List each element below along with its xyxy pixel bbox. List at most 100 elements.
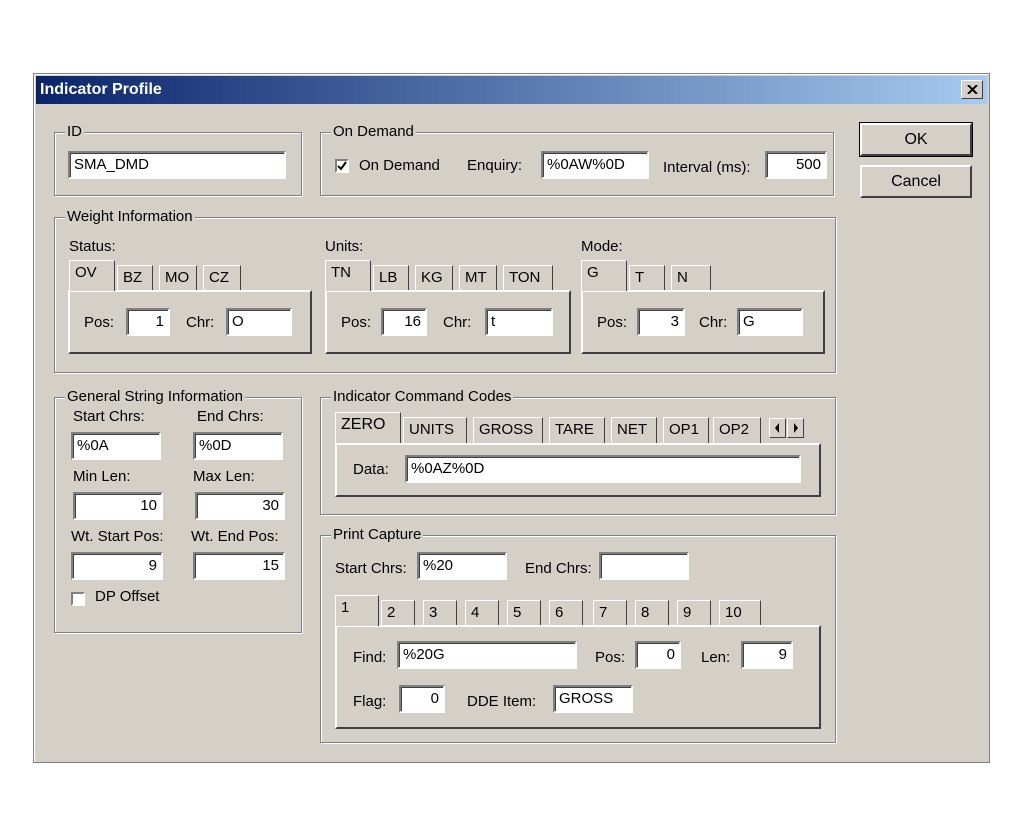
units-chr-input[interactable]: t (485, 308, 553, 336)
print-end-chrs-label: End Chrs: (525, 560, 592, 577)
tab-print-3[interactable]: 3 (423, 600, 457, 626)
arrow-left-icon (775, 423, 779, 433)
general-string-group: General String Information Start Chrs: E… (54, 388, 302, 633)
start-chrs-input[interactable]: %0A (71, 432, 161, 460)
title-bar[interactable]: Indicator Profile (36, 76, 987, 104)
flag-input[interactable]: 0 (399, 685, 445, 713)
status-panel: Pos: 1 Chr: O (68, 290, 312, 354)
tab-status-cz[interactable]: CZ (203, 265, 241, 291)
command-data-panel: Data: %0AZ%0D (335, 443, 821, 497)
print-pos-input[interactable]: 0 (635, 641, 681, 669)
dde-item-label: DDE Item: (467, 693, 537, 710)
weight-information-group: Weight Information Status: OV BZ MO CZ P… (54, 208, 836, 373)
tab-mode-t[interactable]: T (629, 265, 665, 291)
tab-mode-n[interactable]: N (671, 265, 711, 291)
tab-command-gross[interactable]: GROSS (473, 417, 543, 443)
on-demand-checkbox[interactable] (335, 159, 349, 173)
close-button[interactable] (961, 80, 983, 99)
min-len-label: Min Len: (73, 468, 131, 485)
dde-item-input[interactable]: GROSS (553, 685, 633, 713)
mode-label: Mode: (581, 238, 623, 255)
arrow-right-icon (794, 423, 798, 433)
wt-end-pos-input[interactable]: 15 (193, 552, 285, 580)
tab-print-7[interactable]: 7 (593, 600, 627, 626)
end-chrs-label: End Chrs: (197, 408, 264, 425)
data-label: Data: (353, 461, 389, 478)
print-capture-label: Print Capture (331, 526, 424, 543)
tab-print-6[interactable]: 6 (549, 600, 583, 626)
units-panel: Pos: 16 Chr: t (325, 290, 571, 354)
indicator-profile-dialog: Indicator Profile OK Cancel ID SMA_DMD O… (33, 73, 990, 763)
ok-button[interactable]: OK (859, 122, 973, 157)
end-chrs-input[interactable]: %0D (193, 432, 283, 460)
mode-pos-input[interactable]: 3 (637, 308, 685, 336)
interval-label: Interval (ms): (663, 159, 751, 176)
id-input[interactable]: SMA_DMD (68, 151, 286, 179)
tab-command-tare[interactable]: TARE (549, 417, 605, 443)
find-label: Find: (353, 649, 387, 666)
start-chrs-label: Start Chrs: (73, 408, 145, 425)
checkmark-icon (337, 161, 347, 171)
tab-mode-g[interactable]: G (581, 260, 627, 291)
tab-units-ton[interactable]: TON (503, 265, 553, 291)
mode-panel: Pos: 3 Chr: G (581, 290, 825, 354)
max-len-input[interactable]: 30 (195, 492, 285, 520)
wt-start-pos-input[interactable]: 9 (71, 552, 163, 580)
find-input[interactable]: %20G (397, 641, 577, 669)
tab-print-8[interactable]: 8 (635, 600, 669, 626)
tab-print-9[interactable]: 9 (677, 600, 711, 626)
tab-command-net[interactable]: NET (611, 417, 657, 443)
tab-status-bz[interactable]: BZ (117, 265, 153, 291)
tab-units-lb[interactable]: LB (373, 265, 409, 291)
on-demand-group: On Demand On Demand Enquiry: %0AW%0D Int… (320, 123, 834, 196)
tab-print-1[interactable]: 1 (335, 595, 379, 626)
status-chr-input[interactable]: O (226, 308, 292, 336)
tab-status-ov[interactable]: OV (69, 260, 115, 291)
print-start-chrs-label: Start Chrs: (335, 560, 407, 577)
close-icon (967, 85, 978, 94)
len-input[interactable]: 9 (741, 641, 793, 669)
indicator-command-codes-label: Indicator Command Codes (331, 388, 514, 405)
len-label: Len: (701, 649, 731, 666)
status-chr-label: Chr: (186, 314, 215, 331)
data-input[interactable]: %0AZ%0D (405, 455, 801, 483)
max-len-label: Max Len: (193, 468, 255, 485)
cancel-button[interactable]: Cancel (860, 165, 972, 198)
on-demand-checkbox-label: On Demand (359, 157, 440, 174)
tab-command-zero[interactable]: ZERO (335, 412, 401, 443)
tab-print-4[interactable]: 4 (465, 600, 499, 626)
tab-print-10[interactable]: 10 (719, 600, 761, 626)
interval-input[interactable]: 500 (765, 151, 827, 179)
print-start-chrs-input[interactable]: %20 (417, 552, 507, 580)
tab-status-mo[interactable]: MO (159, 265, 197, 291)
status-pos-label: Pos: (84, 314, 115, 331)
tab-scroll-right-button[interactable] (787, 418, 804, 438)
mode-chr-input[interactable]: G (737, 308, 803, 336)
min-len-input[interactable]: 10 (73, 492, 163, 520)
units-chr-label: Chr: (443, 314, 472, 331)
units-pos-input[interactable]: 16 (381, 308, 427, 336)
tab-units-kg[interactable]: KG (415, 265, 453, 291)
id-group: ID SMA_DMD (54, 123, 302, 196)
print-pos-label: Pos: (595, 649, 626, 666)
dp-offset-label: DP Offset (95, 588, 160, 605)
tab-units-mt[interactable]: MT (459, 265, 497, 291)
units-label: Units: (325, 238, 364, 255)
enquiry-input[interactable]: %0AW%0D (541, 151, 649, 179)
tab-scroll-left-button[interactable] (769, 418, 786, 438)
indicator-command-codes-group: Indicator Command Codes ZERO UNITS GROSS… (320, 388, 836, 515)
tab-command-op2[interactable]: OP2 (713, 417, 761, 443)
tab-command-units[interactable]: UNITS (403, 417, 467, 443)
dp-offset-checkbox[interactable] (71, 592, 85, 606)
window-title: Indicator Profile (40, 81, 162, 98)
mode-chr-label: Chr: (699, 314, 728, 331)
general-string-label: General String Information (65, 388, 245, 405)
id-group-label: ID (65, 123, 84, 140)
status-label: Status: (69, 238, 116, 255)
tab-units-tn[interactable]: TN (325, 260, 371, 291)
tab-command-op1[interactable]: OP1 (663, 417, 709, 443)
status-pos-input[interactable]: 1 (126, 308, 170, 336)
print-end-chrs-input[interactable] (599, 552, 689, 580)
tab-print-2[interactable]: 2 (381, 600, 415, 626)
tab-print-5[interactable]: 5 (507, 600, 541, 626)
